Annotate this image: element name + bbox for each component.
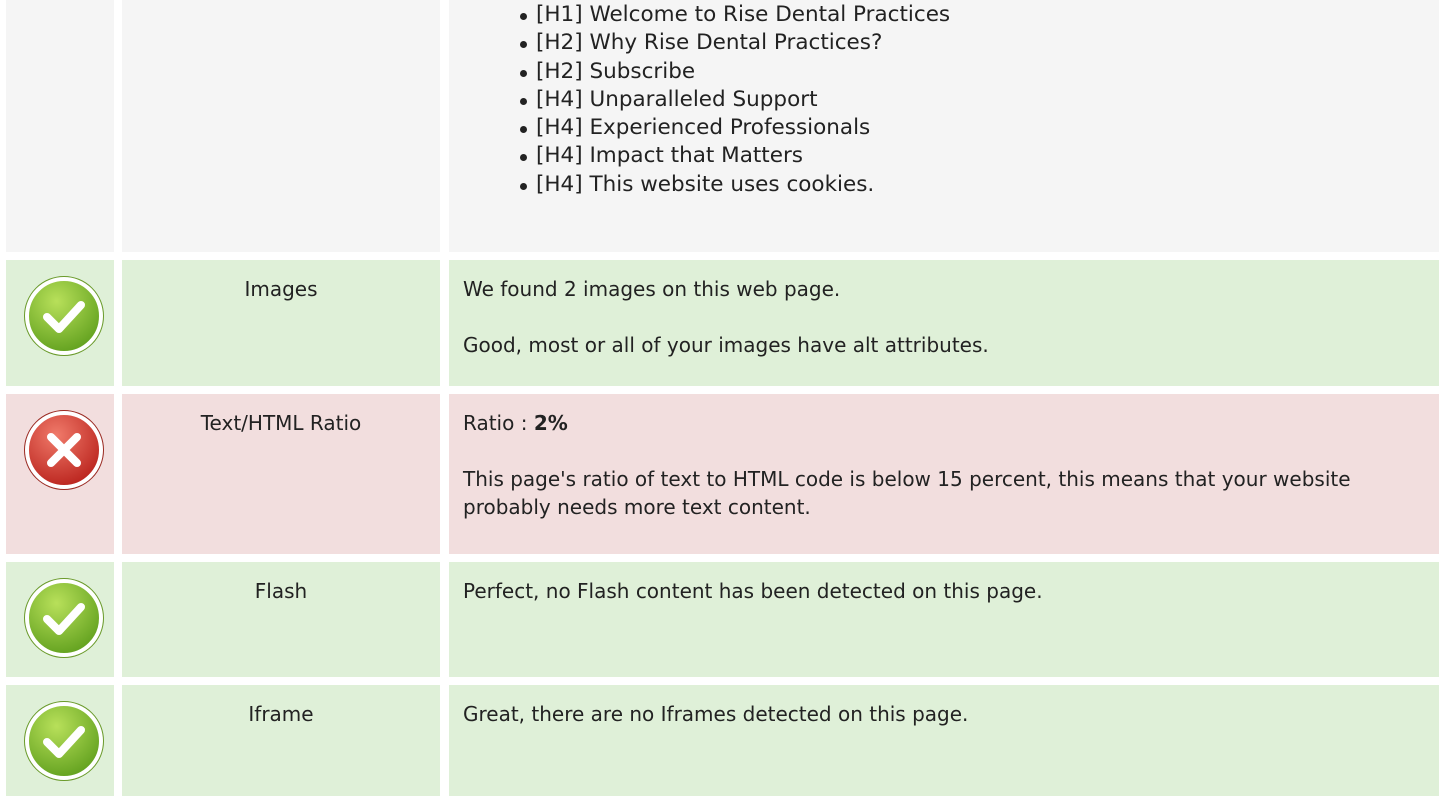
ratio-label-cell: Text/HTML Ratio [122, 394, 440, 554]
iframe-content: Great, there are no Iframes detected on … [449, 685, 1439, 796]
ratio-description: This page's ratio of text to HTML code i… [463, 467, 1351, 519]
ratio-value: 2% [533, 411, 568, 435]
check-circle-icon [24, 578, 104, 658]
list-item: [H2] Subscribe [520, 58, 1439, 86]
iframe-row: Iframe Great, there are no Iframes detec… [0, 685, 1446, 796]
iframe-label-cell: Iframe [122, 685, 440, 796]
flash-icon-cell [6, 562, 114, 677]
headings-row: [H1] Welcome to Rise Dental Practices [H… [0, 0, 1446, 252]
ratio-value-line: Ratio : 2% [463, 409, 1439, 437]
check-circle-icon [24, 276, 104, 356]
flash-text: Perfect, no Flash content has been detec… [463, 579, 1043, 603]
iframe-label: Iframe [248, 702, 314, 726]
images-label: Images [244, 277, 318, 301]
headings-content: [H1] Welcome to Rise Dental Practices [H… [449, 0, 1439, 252]
seo-report: [H1] Welcome to Rise Dental Practices [H… [0, 0, 1446, 796]
images-icon-cell [6, 260, 114, 386]
headings-label-cell [122, 0, 440, 252]
flash-content: Perfect, no Flash content has been detec… [449, 562, 1439, 677]
ratio-label: Text/HTML Ratio [200, 411, 362, 435]
flash-row: Flash Perfect, no Flash content has been… [0, 562, 1446, 677]
list-item: [H2] Why Rise Dental Practices? [520, 29, 1439, 57]
flash-label: Flash [254, 579, 308, 603]
x-circle-icon [24, 410, 104, 490]
ratio-row: Text/HTML Ratio Ratio : 2% This page's r… [0, 394, 1446, 554]
images-row: Images We found 2 images on this web pag… [0, 260, 1446, 386]
list-item: [H4] Impact that Matters [520, 142, 1439, 170]
ratio-icon-cell [6, 394, 114, 554]
list-item: [H1] Welcome to Rise Dental Practices [520, 1, 1439, 29]
list-item: [H4] Unparalleled Support [520, 86, 1439, 114]
images-content: We found 2 images on this web page. Good… [449, 260, 1439, 386]
iframe-text: Great, there are no Iframes detected on … [463, 702, 969, 726]
flash-label-cell: Flash [122, 562, 440, 677]
ratio-content: Ratio : 2% This page's ratio of text to … [449, 394, 1439, 554]
ratio-prefix: Ratio : [463, 411, 534, 435]
images-label-cell: Images [122, 260, 440, 386]
images-count-text: We found 2 images on this web page. [463, 277, 841, 301]
headings-icon-cell [6, 0, 114, 252]
iframe-icon-cell [6, 685, 114, 796]
list-item: [H4] Experienced Professionals [520, 114, 1439, 142]
images-alt-text: Good, most or all of your images have al… [463, 333, 989, 357]
list-item: [H4] This website uses cookies. [520, 171, 1439, 199]
headings-list: [H1] Welcome to Rise Dental Practices [H… [449, 0, 1439, 199]
check-circle-icon [24, 701, 104, 781]
